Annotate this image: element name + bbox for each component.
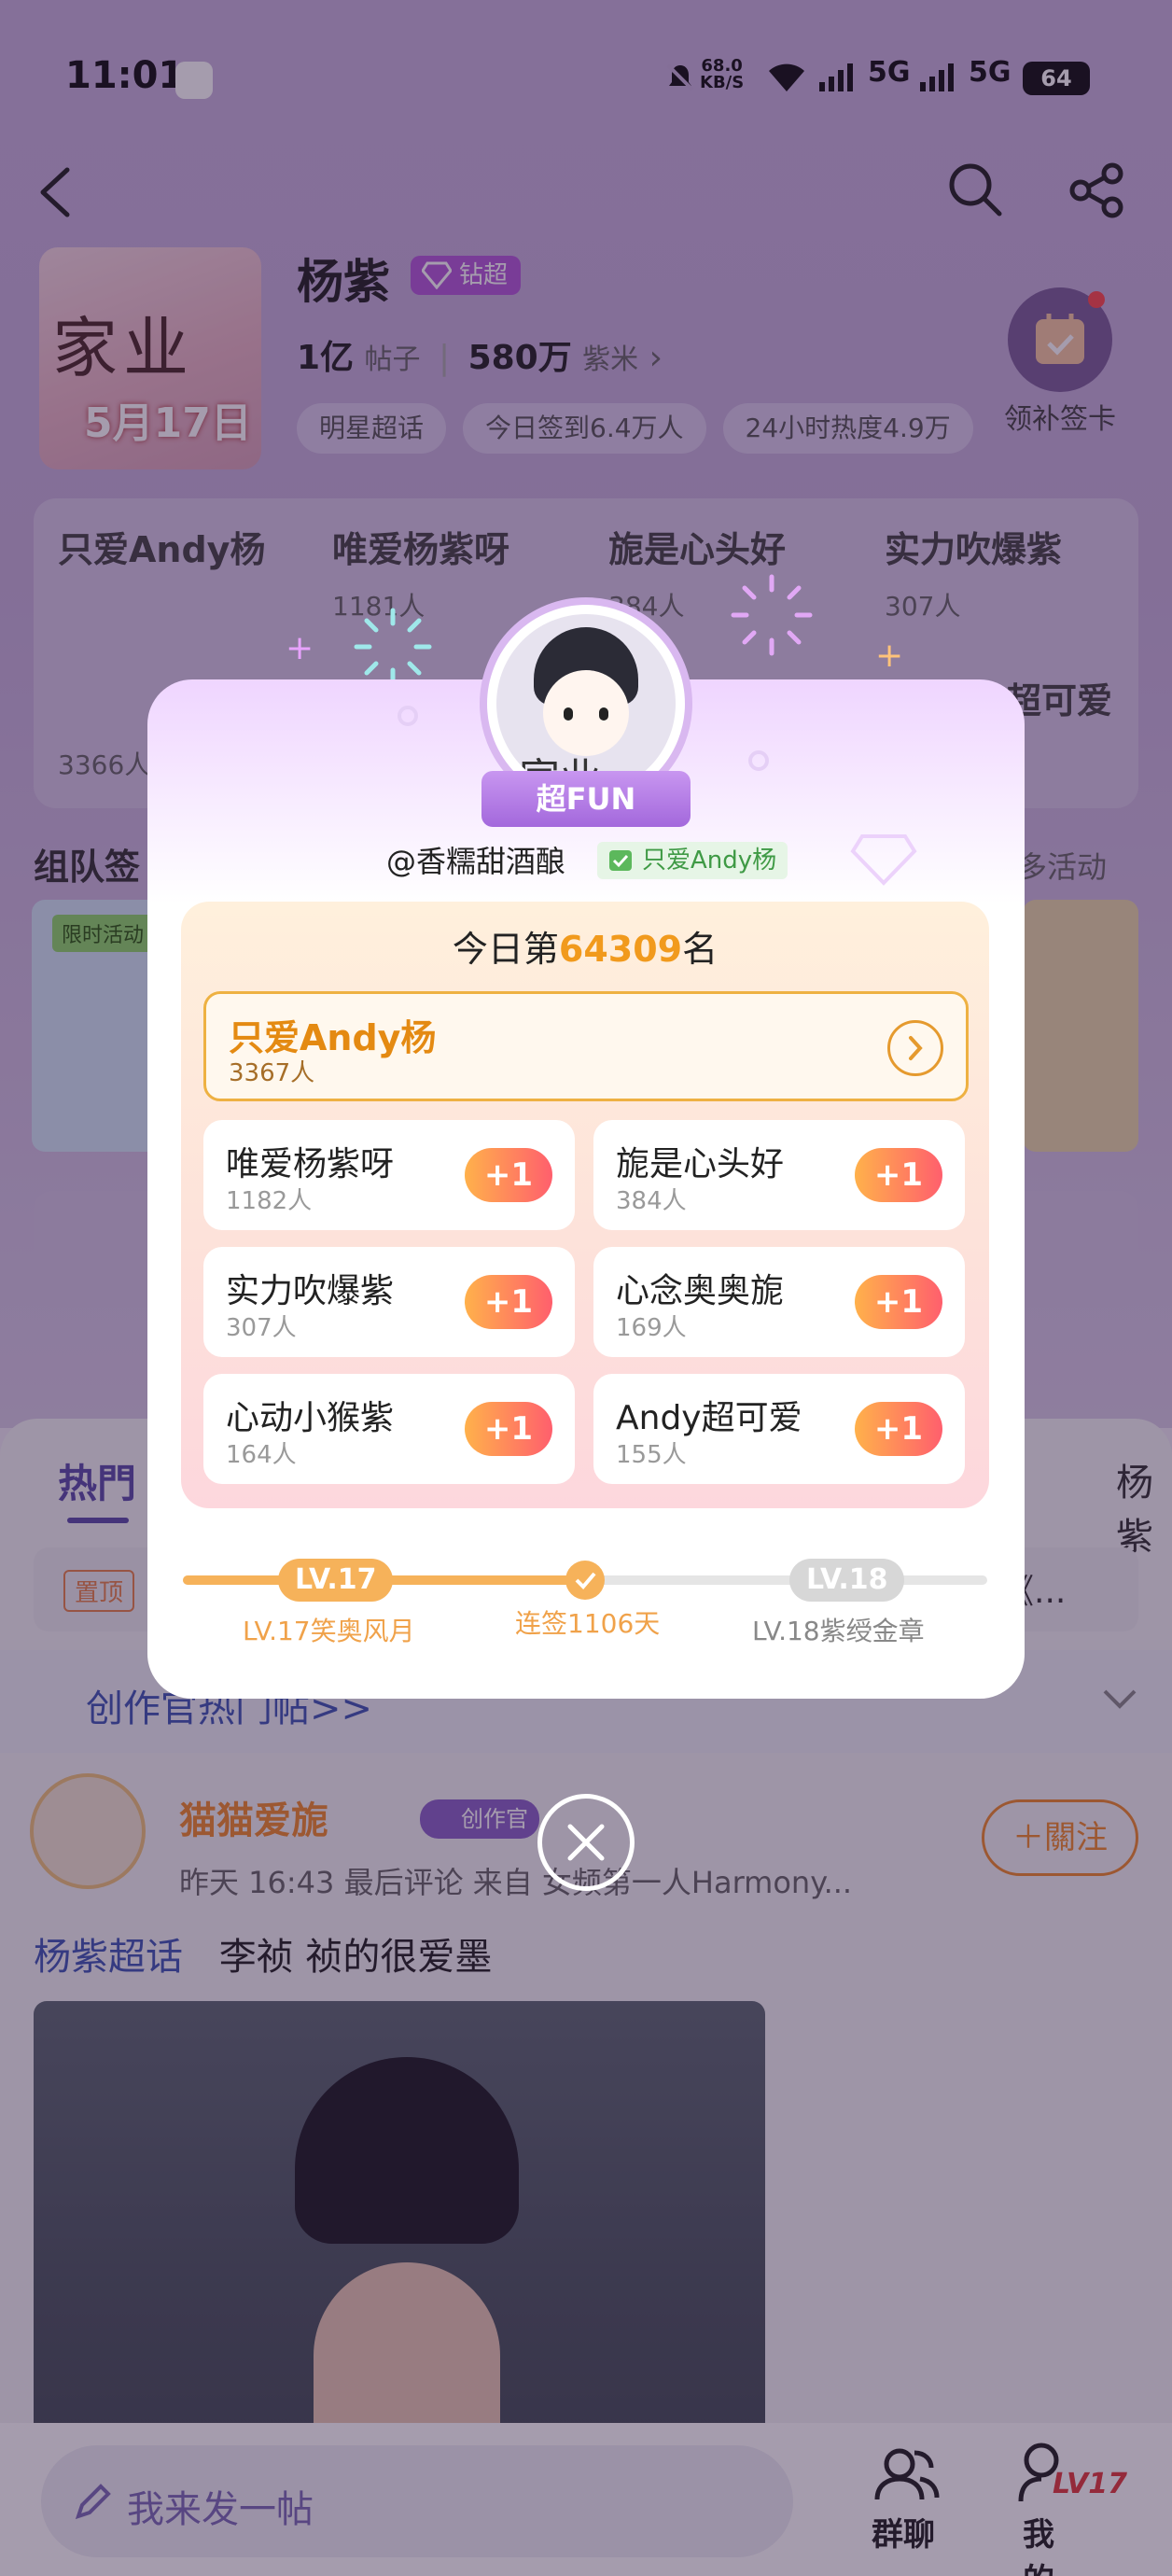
sparkle-icon-2 — [731, 574, 813, 656]
diamond-decoration-icon-2 — [850, 834, 917, 886]
plus-one-button[interactable]: +1 — [855, 1402, 942, 1456]
check-badge-icon — [609, 850, 632, 871]
circle-decoration-2 — [748, 750, 769, 771]
close-icon — [567, 1824, 605, 1861]
group-cell: Andy超可爱 155人 +1 — [593, 1374, 965, 1484]
group-tag: 只爱Andy杨 — [597, 842, 788, 879]
group-cell: 唯爱杨紫呀 1182人 +1 — [203, 1120, 575, 1230]
sparkle-icon — [354, 608, 432, 686]
plus-one-button[interactable]: +1 — [465, 1275, 552, 1329]
my-group-row[interactable]: 只爱Andy杨 3367人 — [203, 991, 969, 1101]
streak-check-icon — [565, 1561, 605, 1600]
plus-sparkle-icon: + — [286, 629, 314, 667]
plus-sparkle-icon-2: + — [875, 637, 904, 675]
circle-decoration — [398, 706, 418, 726]
current-level-badge: LV.17 — [278, 1559, 394, 1602]
rank-number: 64309 — [558, 929, 683, 970]
current-level-label: LV.17笑奥风月 — [243, 1616, 415, 1646]
group-cell: 实力吹爆紫 307人 +1 — [203, 1247, 575, 1357]
next-level-label: LV.18紫绶金章 — [752, 1616, 925, 1646]
plus-one-button[interactable]: +1 — [855, 1148, 942, 1202]
next-level-badge: LV.18 — [789, 1559, 905, 1602]
plus-one-button[interactable]: +1 — [465, 1402, 552, 1456]
streak-label: 连签1106天 — [515, 1608, 661, 1639]
chevron-right-icon[interactable] — [887, 1020, 943, 1076]
super-fun-badge: 超FUN — [481, 771, 691, 827]
group-grid: 唯爱杨紫呀 1182人 +1 旎是心头好 384人 +1 实力吹爆紫 307人 … — [203, 1120, 969, 1493]
plus-one-button[interactable]: +1 — [855, 1275, 942, 1329]
group-cell: 心念奥奥旎 169人 +1 — [593, 1247, 965, 1357]
rank-title: 今日第64309名 — [452, 929, 719, 970]
group-cell: 旎是心头好 384人 +1 — [593, 1120, 965, 1230]
plus-one-button[interactable]: +1 — [465, 1148, 552, 1202]
close-popup-button[interactable] — [537, 1794, 635, 1891]
group-cell: 心动小猴紫 164人 +1 — [203, 1374, 575, 1484]
user-handle: @香糯甜酒酿 — [386, 844, 566, 879]
